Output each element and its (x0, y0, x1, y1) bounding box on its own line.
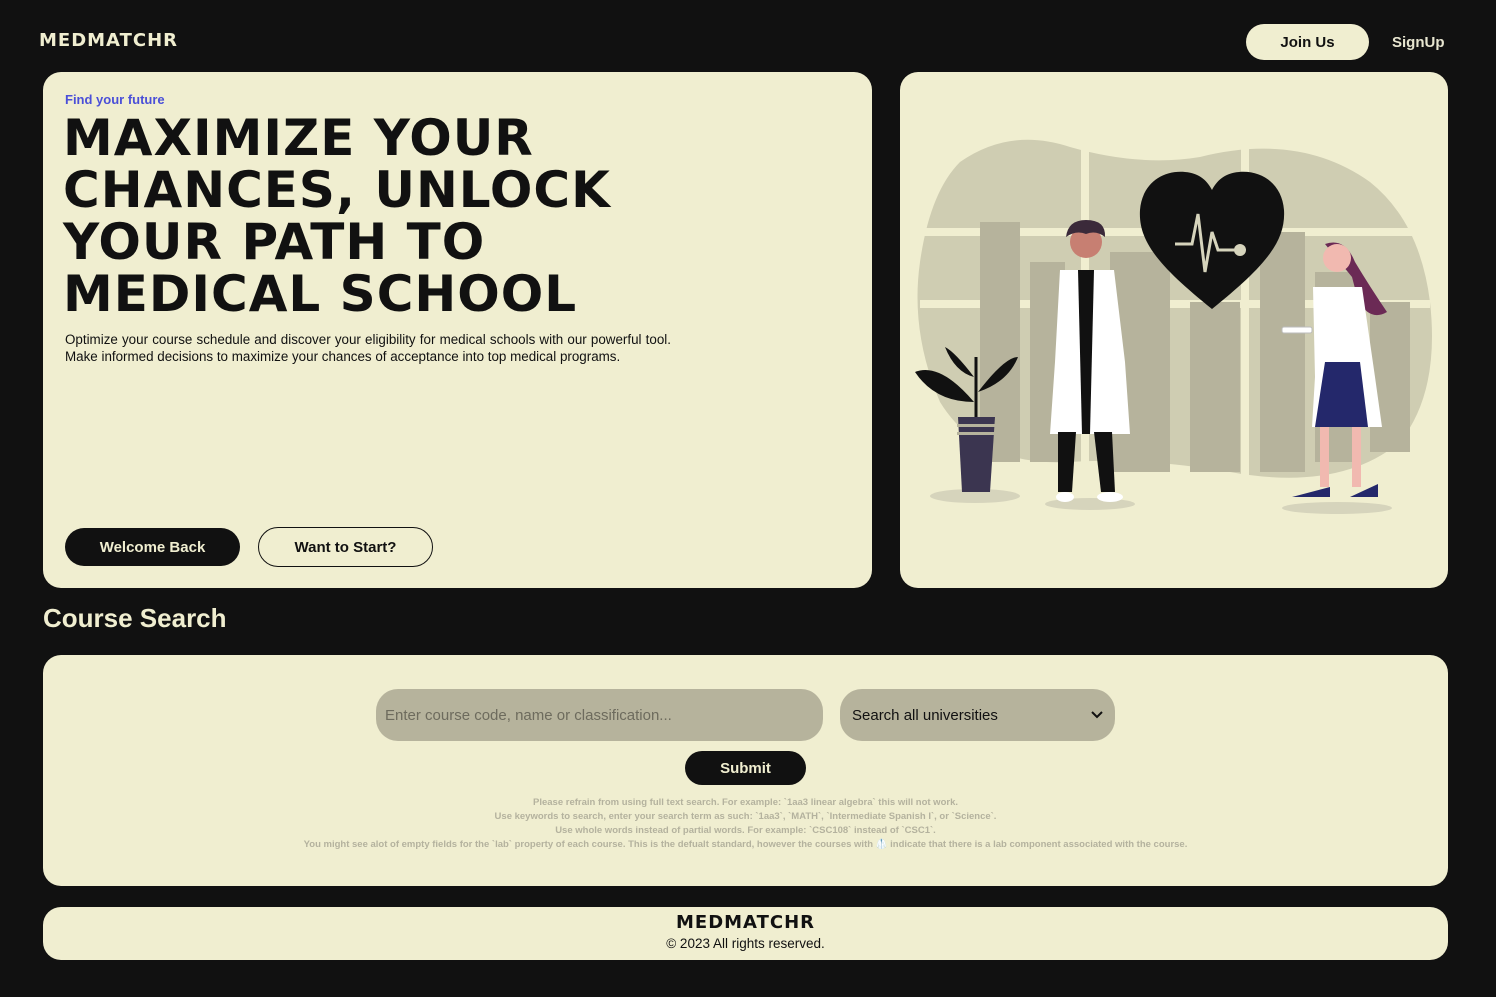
course-search-input[interactable] (376, 689, 823, 741)
want-to-start-button[interactable]: Want to Start? (258, 527, 433, 567)
copyright-text: © 2023 All rights reserved. (666, 936, 825, 951)
search-note: Use whole words instead of partial words… (555, 825, 936, 836)
university-select-value: Search all universities (852, 706, 998, 724)
join-us-button[interactable]: Join Us (1246, 24, 1369, 60)
doctors-heart-illustration (915, 139, 1432, 514)
hero-card: Find your future MAXIMIZE YOUR CHANCES, … (43, 72, 872, 588)
signup-link[interactable]: SignUp (1392, 34, 1445, 51)
top-nav: Join Us SignUp (1246, 24, 1445, 60)
hero-headline: MAXIMIZE YOUR CHANCES, UNLOCK YOUR PATH … (63, 109, 611, 323)
footer-logo: MEDMATCHR (675, 912, 815, 933)
hero-description: Optimize your course schedule and discov… (65, 332, 671, 364)
chevron-down-icon (1091, 711, 1103, 719)
submit-button[interactable]: Submit (685, 751, 806, 785)
brand-logo[interactable]: MEDMATCHR (39, 30, 178, 51)
hero-eyebrow: Find your future (65, 92, 165, 107)
search-note: Use keywords to search, enter your searc… (494, 811, 997, 822)
search-note: Please refrain from using full text sear… (533, 797, 958, 808)
search-note: You might see alot of empty fields for t… (303, 839, 1188, 850)
hero-illustration-card (900, 72, 1448, 588)
course-search-card: Search all universities Submit Please re… (43, 655, 1448, 886)
university-select[interactable]: Search all universities (840, 689, 1115, 741)
search-notes: Please refrain from using full text sear… (43, 796, 1448, 852)
course-search-title: Course Search (43, 603, 227, 633)
footer: MEDMATCHR © 2023 All rights reserved. (43, 907, 1448, 960)
welcome-back-button[interactable]: Welcome Back (65, 528, 240, 566)
